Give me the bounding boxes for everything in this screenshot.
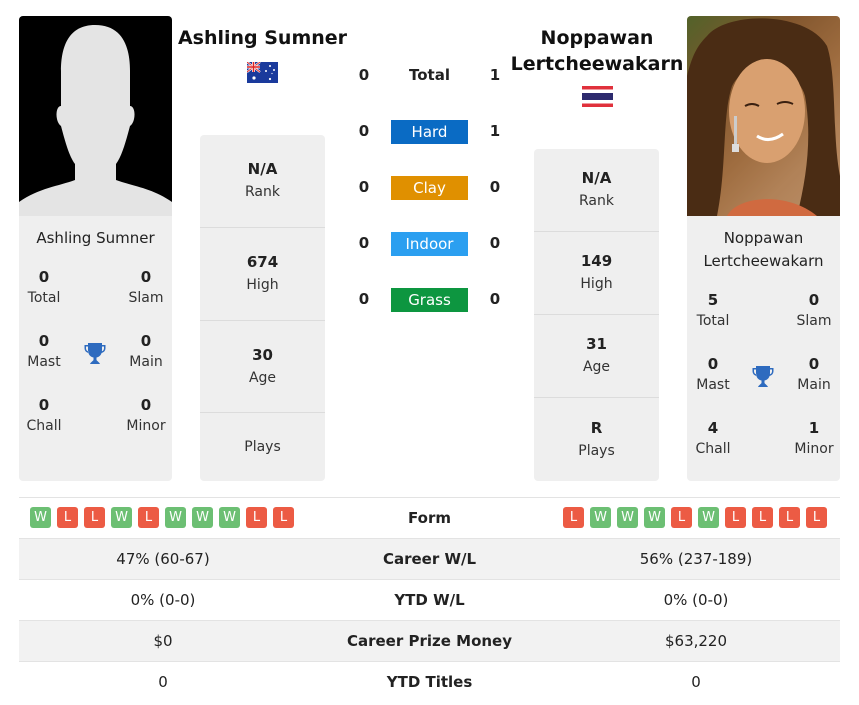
australia-flag-icon bbox=[246, 61, 278, 83]
player2-form: LWWWLWLLLL bbox=[563, 507, 827, 528]
player-portrait-icon bbox=[687, 16, 840, 216]
prize-money-label: Career Prize Money bbox=[346, 632, 512, 650]
h2h-indoor-p1: 0 bbox=[358, 234, 370, 252]
comparison-row: 47% (60-67) Career W/L 56% (237-189) bbox=[19, 538, 840, 579]
form-loss-badge[interactable]: L bbox=[725, 507, 746, 528]
player2-photo[interactable] bbox=[687, 16, 840, 216]
player1-card-name: Ashling Sumner bbox=[36, 229, 155, 247]
player1-ytd-wl: 0% (0-0) bbox=[130, 591, 196, 609]
form-loss-badge[interactable]: L bbox=[779, 507, 800, 528]
form-row: WLLWLWWWLL Form LWWWLWLLLL bbox=[19, 497, 840, 538]
player1-name[interactable]: Ashling Sumner bbox=[170, 25, 355, 51]
player1-rank: N/A Rank bbox=[200, 135, 325, 228]
player1-photo[interactable] bbox=[19, 16, 172, 216]
player1-age: 30 Age bbox=[200, 321, 325, 413]
form-loss-badge[interactable]: L bbox=[671, 507, 692, 528]
form-loss-badge[interactable]: L bbox=[752, 507, 773, 528]
player1-titles-main: 0 Main bbox=[129, 332, 163, 370]
ytd-titles-label: YTD Titles bbox=[386, 673, 473, 691]
h2h-clay-p1: 0 bbox=[358, 178, 370, 196]
player1-ytd-titles: 0 bbox=[158, 673, 168, 691]
h2h-total-p1: 0 bbox=[358, 66, 370, 84]
form-win-badge[interactable]: W bbox=[617, 507, 638, 528]
form-win-badge[interactable]: W bbox=[192, 507, 213, 528]
h2h-clay-p2: 0 bbox=[489, 178, 501, 196]
h2h-grass-p2: 0 bbox=[489, 290, 501, 308]
player2-ytd-wl: 0% (0-0) bbox=[663, 591, 729, 609]
player2-age: 31 Age bbox=[534, 315, 659, 398]
player1-form: WLLWLWWWLL bbox=[30, 507, 294, 528]
player2-titles-slam: 0 Slam bbox=[796, 291, 832, 329]
player2-high: 149 High bbox=[534, 232, 659, 315]
surface-indoor-badge[interactable]: Indoor bbox=[391, 232, 468, 256]
player2-card-name: Noppawan Lertcheewakarn bbox=[703, 229, 824, 270]
form-win-badge[interactable]: W bbox=[698, 507, 719, 528]
h2h-total-label: Total bbox=[409, 66, 450, 84]
surface-grass-badge[interactable]: Grass bbox=[391, 288, 468, 312]
comparison-row: 0 YTD Titles 0 bbox=[19, 661, 840, 702]
form-loss-badge[interactable]: L bbox=[563, 507, 584, 528]
h2h-indoor-p2: 0 bbox=[489, 234, 501, 252]
thailand-flag-icon bbox=[582, 86, 613, 107]
player1-prize-money: $0 bbox=[153, 632, 173, 650]
surface-clay-badge[interactable]: Clay bbox=[391, 176, 468, 200]
h2h-grass-p1: 0 bbox=[358, 290, 370, 308]
trophy-icon bbox=[750, 363, 776, 389]
form-loss-badge[interactable]: L bbox=[806, 507, 827, 528]
player2-titles-minor: 1 Minor bbox=[794, 419, 834, 457]
player2-titles-main: 0 Main bbox=[797, 355, 831, 393]
player1-stats-panel: N/A Rank 674 High 30 Age Plays bbox=[200, 135, 325, 481]
player1-high: 674 High bbox=[200, 228, 325, 321]
career-wl-label: Career W/L bbox=[382, 550, 477, 568]
player2-career-wl: 56% (237-189) bbox=[639, 550, 753, 568]
player2-card: Noppawan Lertcheewakarn 5 Total 0 Slam 0… bbox=[687, 16, 840, 481]
h2h-hard-p1: 0 bbox=[358, 122, 370, 140]
form-win-badge[interactable]: W bbox=[219, 507, 240, 528]
ytd-wl-label: YTD W/L bbox=[394, 591, 465, 609]
form-loss-badge[interactable]: L bbox=[138, 507, 159, 528]
form-win-badge[interactable]: W bbox=[590, 507, 611, 528]
player2-titles-chall: 4 Chall bbox=[695, 419, 731, 457]
player1-plays: Plays bbox=[244, 438, 281, 455]
player1-titles-chall: 0 Chall bbox=[26, 396, 62, 434]
player1-titles-slam: 0 Slam bbox=[128, 268, 164, 306]
form-win-badge[interactable]: W bbox=[111, 507, 132, 528]
player2-titles-total: 5 Total bbox=[696, 291, 730, 329]
player2-name[interactable]: Noppawan Lertcheewakarn bbox=[503, 25, 691, 77]
form-loss-badge[interactable]: L bbox=[84, 507, 105, 528]
form-label: Form bbox=[408, 509, 451, 527]
trophy-icon bbox=[82, 340, 108, 366]
player2-prize-money: $63,220 bbox=[664, 632, 728, 650]
form-win-badge[interactable]: W bbox=[30, 507, 51, 528]
player1-titles-minor: 0 Minor bbox=[126, 396, 166, 434]
comparison-row: $0 Career Prize Money $63,220 bbox=[19, 620, 840, 661]
player1-titles-total: 0 Total bbox=[27, 268, 61, 306]
player2-plays: R Plays bbox=[578, 418, 615, 459]
comparison-row: 0% (0-0) YTD W/L 0% (0-0) bbox=[19, 579, 840, 620]
h2h-hard-p2: 1 bbox=[489, 122, 501, 140]
form-win-badge[interactable]: W bbox=[644, 507, 665, 528]
form-loss-badge[interactable]: L bbox=[57, 507, 78, 528]
player1-career-wl: 47% (60-67) bbox=[116, 550, 210, 568]
player1-card: Ashling Sumner 0 Total 0 Slam 0 Mast 0 M… bbox=[19, 16, 172, 481]
player2-stats-panel: N/A Rank 149 High 31 Age R Plays bbox=[534, 149, 659, 481]
form-loss-badge[interactable]: L bbox=[273, 507, 294, 528]
player2-titles-mast: 0 Mast bbox=[696, 355, 730, 393]
silhouette-icon bbox=[19, 25, 172, 216]
form-win-badge[interactable]: W bbox=[165, 507, 186, 528]
player2-ytd-titles: 0 bbox=[691, 673, 701, 691]
surface-hard-badge[interactable]: Hard bbox=[391, 120, 468, 144]
form-loss-badge[interactable]: L bbox=[246, 507, 267, 528]
player1-titles-mast: 0 Mast bbox=[27, 332, 61, 370]
player2-rank: N/A Rank bbox=[534, 149, 659, 232]
